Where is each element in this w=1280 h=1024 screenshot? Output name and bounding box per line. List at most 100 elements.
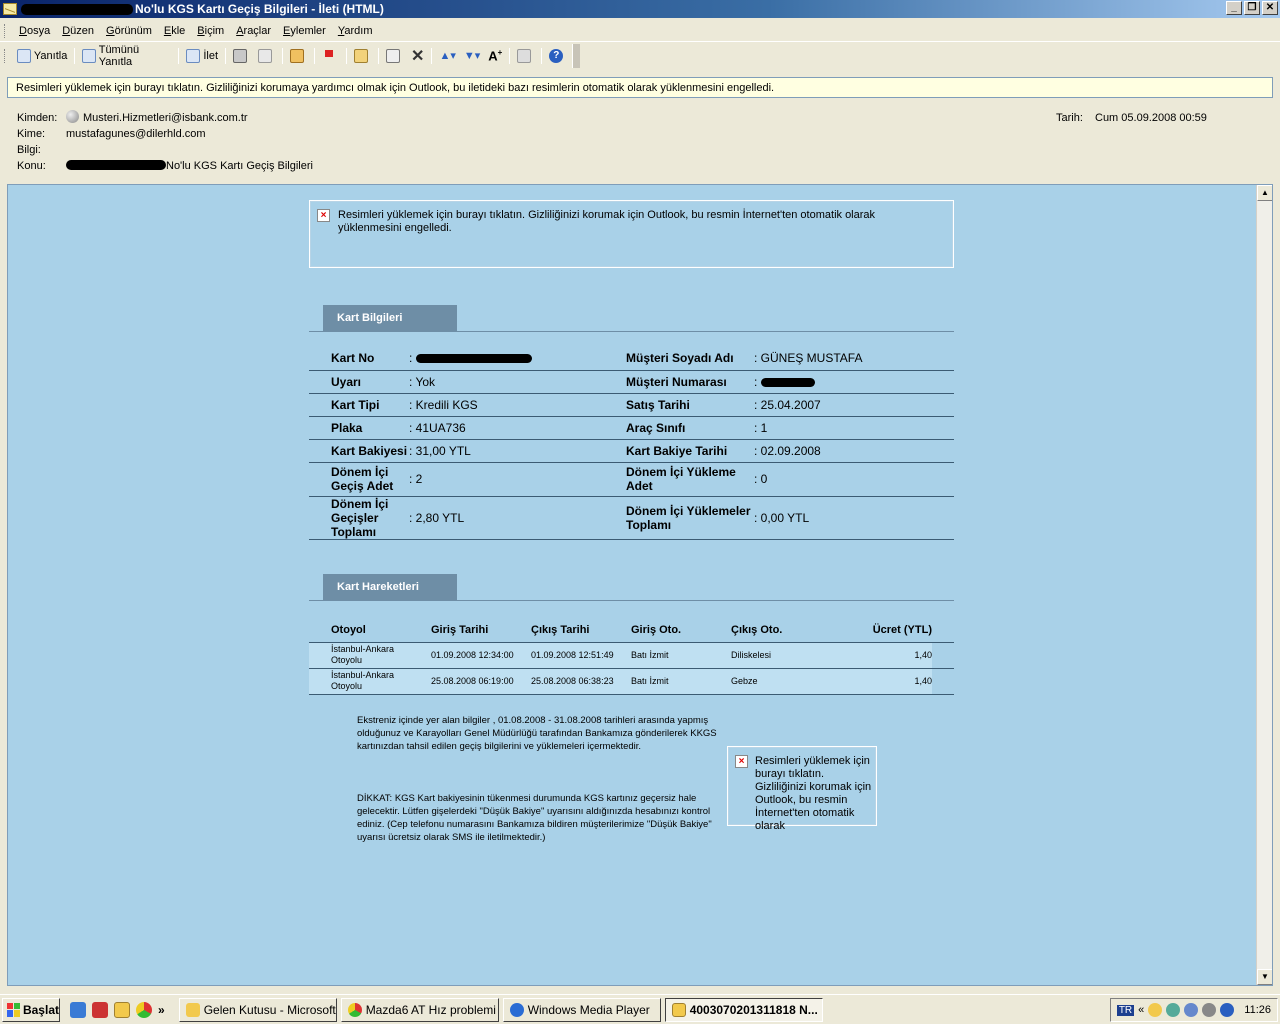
reply-all-button[interactable]: Tümünü Yanıtla bbox=[78, 43, 175, 68]
redacted-value bbox=[761, 377, 816, 387]
field-label: Dönem İçi Yüklemeler Toplamı bbox=[604, 496, 754, 540]
toolbar-separator bbox=[346, 47, 348, 64]
cc-label: Bilgi: bbox=[17, 144, 41, 156]
move-button[interactable] bbox=[382, 46, 407, 66]
toolbar-separator bbox=[431, 47, 433, 64]
network-icon[interactable] bbox=[1166, 1003, 1181, 1017]
help-icon: ? bbox=[549, 48, 564, 63]
language-indicator[interactable]: TR bbox=[1116, 1004, 1135, 1016]
task-label: 4003070201311818 N... bbox=[689, 1002, 818, 1017]
toolbar-separator bbox=[225, 47, 227, 64]
to-value[interactable]: mustafagunes@dilerhld.com bbox=[66, 128, 206, 140]
font-size-button[interactable]: A+ bbox=[484, 46, 506, 66]
encoding-button[interactable] bbox=[513, 46, 538, 66]
start-button[interactable]: Başlat bbox=[2, 997, 60, 1022]
from-value[interactable]: Musteri.Hizmetleri@isbank.com.tr bbox=[66, 110, 248, 124]
redacted-value bbox=[416, 354, 533, 364]
column-header: Giriş Tarihi bbox=[431, 619, 531, 643]
message-body: × Resimleri yüklemek için burayı tıklatı… bbox=[7, 184, 1273, 986]
forward-icon bbox=[186, 48, 201, 63]
copy-icon bbox=[258, 48, 273, 63]
redacted-card-number bbox=[21, 3, 133, 15]
field-value: : 31,00 YTL bbox=[409, 439, 604, 463]
help-button[interactable]: ? bbox=[545, 46, 570, 66]
delete-button[interactable]: ✕ bbox=[407, 46, 428, 66]
minimize-button[interactable]: _ bbox=[1226, 1, 1242, 15]
menu-eylemler[interactable]: Eylemler bbox=[277, 25, 332, 37]
statement-info-text: Ekstreniz içinde yer alan bilgiler , 01.… bbox=[357, 715, 717, 752]
forward-button[interactable]: İlet bbox=[182, 46, 222, 66]
menu-ekle[interactable]: Ekle bbox=[158, 25, 191, 37]
close-button[interactable]: ✕ bbox=[1262, 1, 1278, 15]
windows-logo-icon bbox=[7, 1002, 20, 1017]
blocked-image-side[interactable]: × Resimleri yüklemek için burayı tıklatı… bbox=[727, 746, 877, 832]
kart-info-row: Kart Bakiyesi: 31,00 YTL Kart Bakiye Tari… bbox=[309, 439, 954, 463]
task-outlook-inbox[interactable]: Gelen Kutusu - Microsoft ... bbox=[178, 997, 337, 1022]
broken-image-icon: × bbox=[317, 209, 330, 222]
antivirus-icon[interactable] bbox=[1220, 1003, 1235, 1017]
taskbar: Başlat » Gelen Kutusu - Microsoft ... Ma… bbox=[0, 994, 1280, 1024]
blocked-images-infobar[interactable]: Resimleri yüklemek için burayı tıklatın.… bbox=[7, 77, 1273, 98]
toolbar-options-chevron[interactable] bbox=[572, 43, 580, 68]
field-value: : Kredili KGS bbox=[409, 393, 604, 417]
encoding-icon bbox=[517, 48, 532, 63]
from-label: Kimden: bbox=[17, 112, 58, 124]
menu-araclar[interactable]: Araçlar bbox=[230, 25, 277, 37]
printer-icon bbox=[233, 48, 248, 63]
subject-text: No'lu KGS Kartı Geçiş Bilgileri bbox=[166, 160, 313, 172]
network-icon[interactable] bbox=[1184, 1003, 1199, 1017]
kart-info-row: Kart Tipi: Kredili KGS Satış Tarihi: 25.0… bbox=[309, 393, 954, 417]
previous-item-button[interactable]: ▲▾ bbox=[435, 46, 459, 66]
reply-button[interactable]: Yanıtla bbox=[13, 46, 71, 66]
task-chrome[interactable]: Mazda6 AT Hız problemi [... bbox=[340, 997, 499, 1022]
folder-icon bbox=[354, 48, 369, 63]
column-header: Otoyol bbox=[309, 619, 431, 643]
scroll-up-button[interactable]: ▲ bbox=[1257, 185, 1272, 201]
copy-to-folder-button[interactable] bbox=[254, 46, 279, 66]
arrow-down-icon: ▼▾ bbox=[463, 50, 481, 62]
arrow-up-icon: ▲▾ bbox=[439, 50, 456, 62]
print-button[interactable] bbox=[229, 46, 254, 66]
reply-label: Yanıtla bbox=[33, 49, 68, 62]
vertical-scrollbar[interactable]: ▲ ▼ bbox=[1256, 185, 1272, 985]
task-current-message[interactable]: 4003070201311818 N... bbox=[664, 997, 823, 1022]
quick-launch-chevron[interactable]: » bbox=[158, 1003, 165, 1017]
blocked-image-banner[interactable]: × Resimleri yüklemek için burayı tıklatı… bbox=[309, 200, 954, 268]
menu-yardim[interactable]: Yardım bbox=[332, 25, 379, 37]
tray-expand-chevron[interactable]: « bbox=[1138, 1004, 1144, 1016]
task-media-player[interactable]: Windows Media Player bbox=[502, 997, 661, 1022]
menu-bicim[interactable]: Biçim bbox=[191, 25, 230, 37]
scroll-down-button[interactable]: ▼ bbox=[1257, 969, 1272, 985]
table-cell: Diliskelesi bbox=[731, 642, 831, 669]
menu-bar: Dosya Düzen Görünüm Ekle Biçim Araçlar E… bbox=[0, 20, 1280, 42]
follow-up-flag-button[interactable] bbox=[318, 46, 343, 66]
low-balance-warning-text: DİKKAT: KGS Kart bakiyesinin tükenmesi d… bbox=[357, 793, 712, 843]
next-item-button[interactable]: ▼▾ bbox=[460, 46, 484, 66]
acrobat-icon[interactable] bbox=[92, 1001, 108, 1018]
field-value: : 2,80 YTL bbox=[409, 496, 604, 540]
section-divider bbox=[309, 331, 954, 332]
flag-icon bbox=[322, 48, 337, 63]
toolbar-grip bbox=[4, 48, 7, 63]
section-divider bbox=[309, 600, 954, 601]
row-spacer bbox=[932, 642, 954, 669]
volume-icon[interactable] bbox=[1202, 1003, 1217, 1017]
sender-status-icon bbox=[66, 110, 79, 123]
outlook-tray-icon[interactable] bbox=[1148, 1003, 1163, 1017]
reply-all-label: Tümünü Yanıtla bbox=[98, 43, 140, 68]
restore-button[interactable]: ❐ bbox=[1244, 1, 1260, 15]
table-cell: Gebze bbox=[731, 668, 831, 695]
outlook-icon[interactable] bbox=[114, 1001, 130, 1018]
menu-duzen[interactable]: Düzen bbox=[56, 25, 100, 37]
menu-dosya[interactable]: Dosya bbox=[13, 25, 56, 37]
toolbar-separator bbox=[541, 47, 543, 64]
ie-icon[interactable] bbox=[70, 1001, 86, 1018]
outlook-icon bbox=[185, 1002, 200, 1017]
open-folder-button[interactable] bbox=[350, 46, 375, 66]
chrome-icon[interactable] bbox=[136, 1001, 152, 1018]
menu-gorunum[interactable]: Görünüm bbox=[100, 25, 158, 37]
move-to-folder-button[interactable] bbox=[286, 46, 311, 66]
field-value: : 0,00 YTL bbox=[754, 496, 954, 540]
task-label: Mazda6 AT Hız problemi [... bbox=[365, 1002, 499, 1017]
table-cell: Batı İzmit bbox=[631, 642, 731, 669]
